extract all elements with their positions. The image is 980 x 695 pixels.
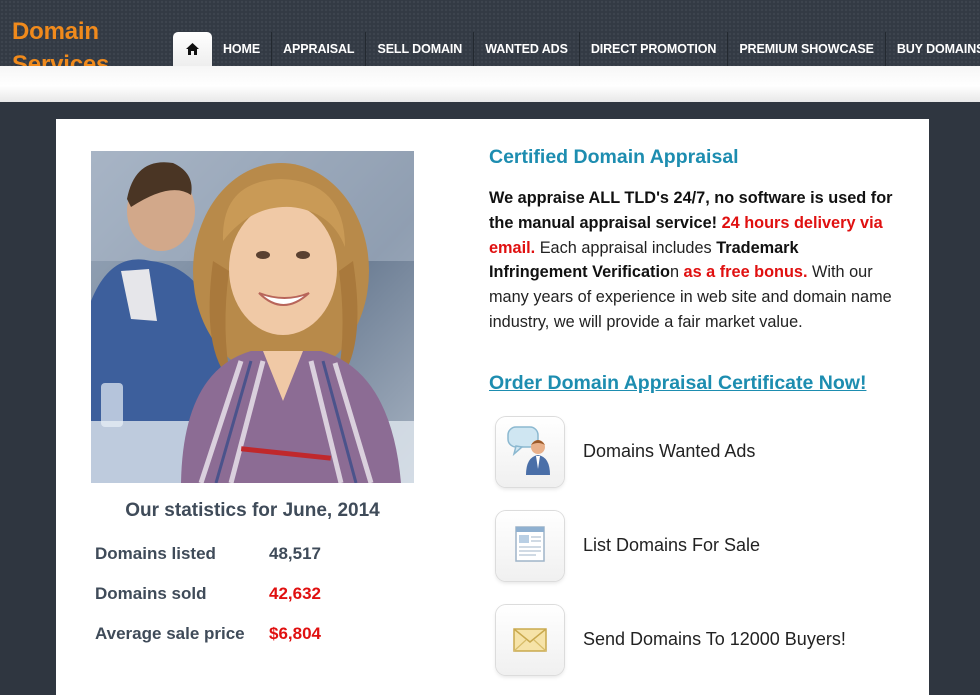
feature-label[interactable]: List Domains For Sale: [583, 535, 760, 556]
stat-label: Domains listed: [95, 544, 216, 563]
nav-sell-domain[interactable]: SELL DOMAIN: [366, 32, 475, 66]
feature-domains-wanted-ads[interactable]: Domains Wanted Ads: [496, 417, 916, 489]
wanted-ads-icon: [507, 426, 550, 475]
feature-icon-box[interactable]: [496, 605, 564, 675]
nav-wanted-ads[interactable]: WANTED ADS: [474, 32, 580, 66]
home-icon: [186, 43, 199, 55]
desc-red-bonus: as a free bonus.: [683, 263, 808, 282]
feature-send-domains-to-buyers[interactable]: Send Domains To 12000 Buyers!: [496, 605, 916, 677]
nav-home[interactable]: [173, 32, 212, 66]
stat-value: 48,517: [269, 544, 321, 563]
stat-value: 42,632: [269, 584, 321, 603]
feature-icon-box[interactable]: [496, 511, 564, 581]
feature-label[interactable]: Send Domains To 12000 Buyers!: [583, 629, 846, 650]
feature-icon-box[interactable]: [496, 417, 564, 487]
main-nav: HOME APPRAISAL SELL DOMAIN WANTED ADS DI…: [173, 32, 980, 66]
list-domains-icon: [515, 526, 545, 562]
stat-value: $6,804: [269, 624, 321, 643]
appraisal-title: Certified Domain Appraisal: [489, 146, 739, 168]
nav-appraisal[interactable]: APPRAISAL: [272, 32, 367, 66]
appraisal-description: We appraise ALL TLD's 24/7, no software …: [489, 186, 899, 335]
nav-direct-promotion[interactable]: DIRECT PROMOTION: [580, 32, 729, 66]
nav-premium-showcase[interactable]: PREMIUM SHOWCASE: [728, 32, 886, 66]
site-header: Domain Services HOME APPRAISAL SELL DOMA…: [0, 0, 980, 78]
desc-text: n: [669, 263, 684, 282]
stat-label: Average sale price: [95, 624, 245, 643]
hero-photo: [91, 151, 414, 483]
desc-text: Each appraisal includes: [535, 238, 717, 257]
feature-label[interactable]: Domains Wanted Ads: [583, 441, 755, 462]
photo-illustration: [91, 151, 414, 483]
envelope-icon: [513, 628, 547, 652]
stats-title: Our statistics for June, 2014: [125, 500, 380, 521]
stat-label: Domains sold: [95, 584, 207, 603]
nav-buy-domains[interactable]: BUY DOMAINS: [886, 32, 980, 66]
sub-nav-bar: [0, 66, 980, 102]
nav-home-label[interactable]: HOME: [212, 32, 273, 66]
feature-list-domains-for-sale[interactable]: List Domains For Sale: [496, 511, 916, 583]
order-appraisal-link[interactable]: Order Domain Appraisal Certificate Now!: [489, 372, 866, 395]
content-panel: Our statistics for June, 2014 Domains li…: [56, 119, 929, 695]
logo-line-domain: Domain: [12, 18, 99, 45]
